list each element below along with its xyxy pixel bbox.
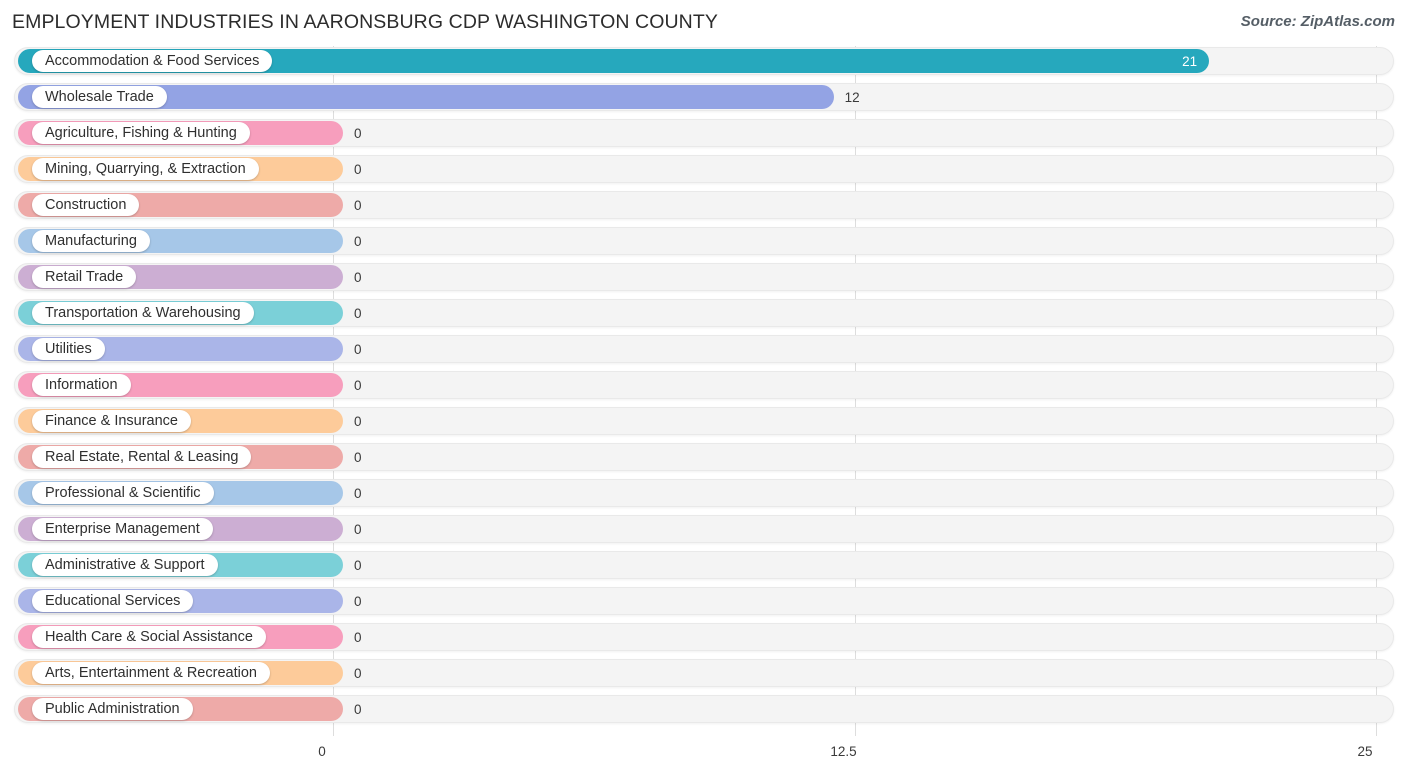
x-axis: 0 12.5 25 (0, 736, 1406, 776)
value-label: 0 (354, 126, 362, 141)
value-label: 0 (354, 270, 362, 285)
bar-rows: Accommodation & Food Services 21 Wholesale… (0, 46, 1406, 736)
value-label: 0 (354, 702, 362, 717)
category-label-capsule: Arts, Entertainment & Recreation (32, 662, 270, 684)
x-tick-label: 25 (1357, 744, 1373, 759)
category-label: Enterprise Management (45, 520, 200, 537)
bar-row: Utilities 0 (0, 334, 1406, 364)
category-label-capsule: Construction (32, 194, 140, 216)
value-label: 0 (354, 198, 362, 213)
value-label: 0 (354, 486, 362, 501)
category-label-capsule: Health Care & Social Assistance (32, 626, 266, 648)
category-label-capsule: Public Administration (32, 698, 193, 720)
bar-row: Administrative & Support 0 (0, 550, 1406, 580)
value-label: 0 (354, 414, 362, 429)
bar-row: Enterprise Management 0 (0, 514, 1406, 544)
category-label-capsule: Utilities (32, 338, 105, 360)
category-label: Arts, Entertainment & Recreation (45, 664, 257, 681)
category-label: Finance & Insurance (45, 412, 178, 429)
bar-row: Information 0 (0, 370, 1406, 400)
category-label: Mining, Quarrying, & Extraction (45, 160, 246, 177)
category-label: Accommodation & Food Services (45, 52, 260, 69)
value-label: 0 (354, 234, 362, 249)
bar-row: Wholesale Trade 12 (0, 82, 1406, 112)
category-label-capsule: Finance & Insurance (32, 410, 191, 432)
category-label: Public Administration (45, 700, 180, 717)
category-label-capsule: Agriculture, Fishing & Hunting (32, 122, 250, 144)
category-label-capsule: Transportation & Warehousing (32, 302, 254, 324)
bar-row: Accommodation & Food Services 21 (0, 46, 1406, 76)
category-label: Transportation & Warehousing (45, 304, 241, 321)
category-label: Administrative & Support (45, 556, 205, 573)
bar-row: Educational Services 0 (0, 586, 1406, 616)
plot-area: Accommodation & Food Services 21 Wholesale… (0, 46, 1406, 736)
category-label-capsule: Real Estate, Rental & Leasing (32, 446, 252, 468)
bar-row: Professional & Scientific 0 (0, 478, 1406, 508)
value-label: 0 (354, 450, 362, 465)
bar-row: Mining, Quarrying, & Extraction 0 (0, 154, 1406, 184)
bar-row: Retail Trade 0 (0, 262, 1406, 292)
bar-row: Real Estate, Rental & Leasing 0 (0, 442, 1406, 472)
value-label: 0 (354, 306, 362, 321)
chart-header: EMPLOYMENT INDUSTRIES IN AARONSBURG CDP … (0, 0, 1406, 44)
category-label: Utilities (45, 340, 92, 357)
x-tick-label: 12.5 (830, 744, 857, 759)
category-label-capsule: Wholesale Trade (32, 86, 167, 108)
category-label: Wholesale Trade (45, 88, 154, 105)
category-label-capsule: Information (32, 374, 131, 396)
bar-row: Arts, Entertainment & Recreation 0 (0, 658, 1406, 688)
category-label: Agriculture, Fishing & Hunting (45, 124, 237, 141)
value-label: 21 (1182, 54, 1198, 69)
category-label-capsule: Retail Trade (32, 266, 137, 288)
source-attribution: Source: ZipAtlas.com (1240, 13, 1395, 30)
bar-row: Finance & Insurance 0 (0, 406, 1406, 436)
category-label: Professional & Scientific (45, 484, 201, 501)
chart-page: EMPLOYMENT INDUSTRIES IN AARONSBURG CDP … (0, 0, 1406, 776)
bar-row: Transportation & Warehousing 0 (0, 298, 1406, 328)
bar-row: Health Care & Social Assistance 0 (0, 622, 1406, 652)
bar-row: Agriculture, Fishing & Hunting 0 (0, 118, 1406, 148)
category-label: Manufacturing (45, 232, 137, 249)
value-label: 0 (354, 630, 362, 645)
category-label-capsule: Administrative & Support (32, 554, 218, 576)
value-label: 12 (844, 90, 860, 105)
bar-row: Manufacturing 0 (0, 226, 1406, 256)
category-label: Construction (45, 196, 127, 213)
value-label: 0 (354, 522, 362, 537)
category-label-capsule: Manufacturing (32, 230, 150, 252)
value-label: 0 (354, 594, 362, 609)
category-label: Retail Trade (45, 268, 124, 285)
category-label: Educational Services (45, 592, 181, 609)
bar-row: Public Administration 0 (0, 694, 1406, 724)
value-label: 0 (354, 378, 362, 393)
category-label-capsule: Enterprise Management (32, 518, 213, 540)
value-label: 0 (354, 558, 362, 573)
value-label: 0 (354, 342, 362, 357)
category-label-capsule: Mining, Quarrying, & Extraction (32, 158, 259, 180)
bar-row: Construction 0 (0, 190, 1406, 220)
category-label: Health Care & Social Assistance (45, 628, 253, 645)
value-label: 0 (354, 666, 362, 681)
category-label: Real Estate, Rental & Leasing (45, 448, 239, 465)
page-title: EMPLOYMENT INDUSTRIES IN AARONSBURG CDP … (12, 11, 718, 33)
value-label: 0 (354, 162, 362, 177)
x-tick-label: 0 (318, 744, 326, 759)
category-label-capsule: Educational Services (32, 590, 194, 612)
category-label: Information (45, 376, 118, 393)
category-label-capsule: Professional & Scientific (32, 482, 214, 504)
category-label-capsule: Accommodation & Food Services (32, 50, 273, 72)
